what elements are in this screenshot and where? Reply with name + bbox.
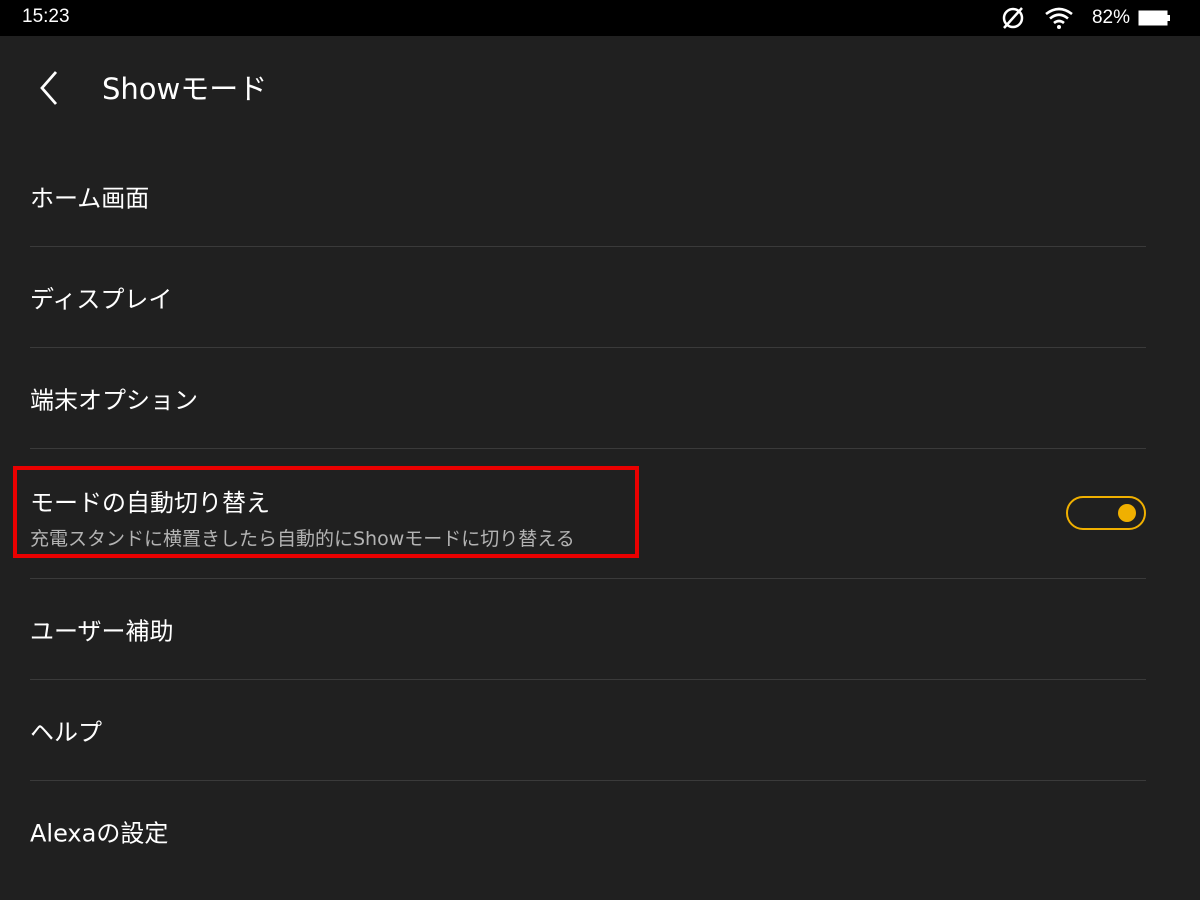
status-time: 15:23 [22, 6, 70, 27]
setting-home-screen[interactable]: ホーム画面 [30, 146, 1146, 247]
setting-device-options[interactable]: 端末オプション [30, 348, 1146, 449]
no-sim-icon [1000, 5, 1026, 31]
toggle-knob [1118, 504, 1136, 522]
page-title: Showモード [102, 72, 268, 106]
setting-text: モードの自動切り替え 充電スタンドに横置きしたら自動的にShowモードに切り替え… [30, 483, 575, 551]
battery-percent: 82% [1091, 7, 1130, 28]
back-button[interactable] [28, 66, 72, 110]
battery-icon [1138, 8, 1172, 28]
setting-help[interactable]: ヘルプ [30, 680, 1146, 781]
chevron-left-icon [40, 71, 58, 105]
setting-display[interactable]: ディスプレイ [30, 247, 1146, 348]
setting-alexa[interactable]: Alexaの設定 [30, 781, 1146, 881]
settings-list: ホーム画面 ディスプレイ 端末オプション モードの自動切り替え 充電スタンドに横… [13, 146, 1146, 881]
setting-description: 充電スタンドに横置きしたら自動的にShowモードに切り替える [30, 528, 575, 550]
setting-label: ディスプレイ [30, 285, 173, 314]
setting-label: ホーム画面 [30, 184, 150, 213]
setting-auto-mode-switch[interactable]: モードの自動切り替え 充電スタンドに横置きしたら自動的にShowモードに切り替え… [13, 449, 1146, 579]
status-icons: 82% [1000, 0, 1172, 36]
auto-switch-toggle[interactable] [1066, 496, 1146, 530]
header: Showモード [0, 36, 1200, 146]
wifi-icon [1044, 6, 1074, 30]
setting-label: モードの自動切り替え [30, 489, 270, 517]
setting-accessibility[interactable]: ユーザー補助 [30, 579, 1146, 680]
setting-label: 端末オプション [30, 386, 198, 415]
status-bar: 15:23 82% [0, 0, 1200, 36]
setting-label: ヘルプ [30, 718, 102, 747]
setting-label: ユーザー補助 [30, 617, 174, 646]
setting-label: Alexaの設定 [30, 819, 169, 848]
